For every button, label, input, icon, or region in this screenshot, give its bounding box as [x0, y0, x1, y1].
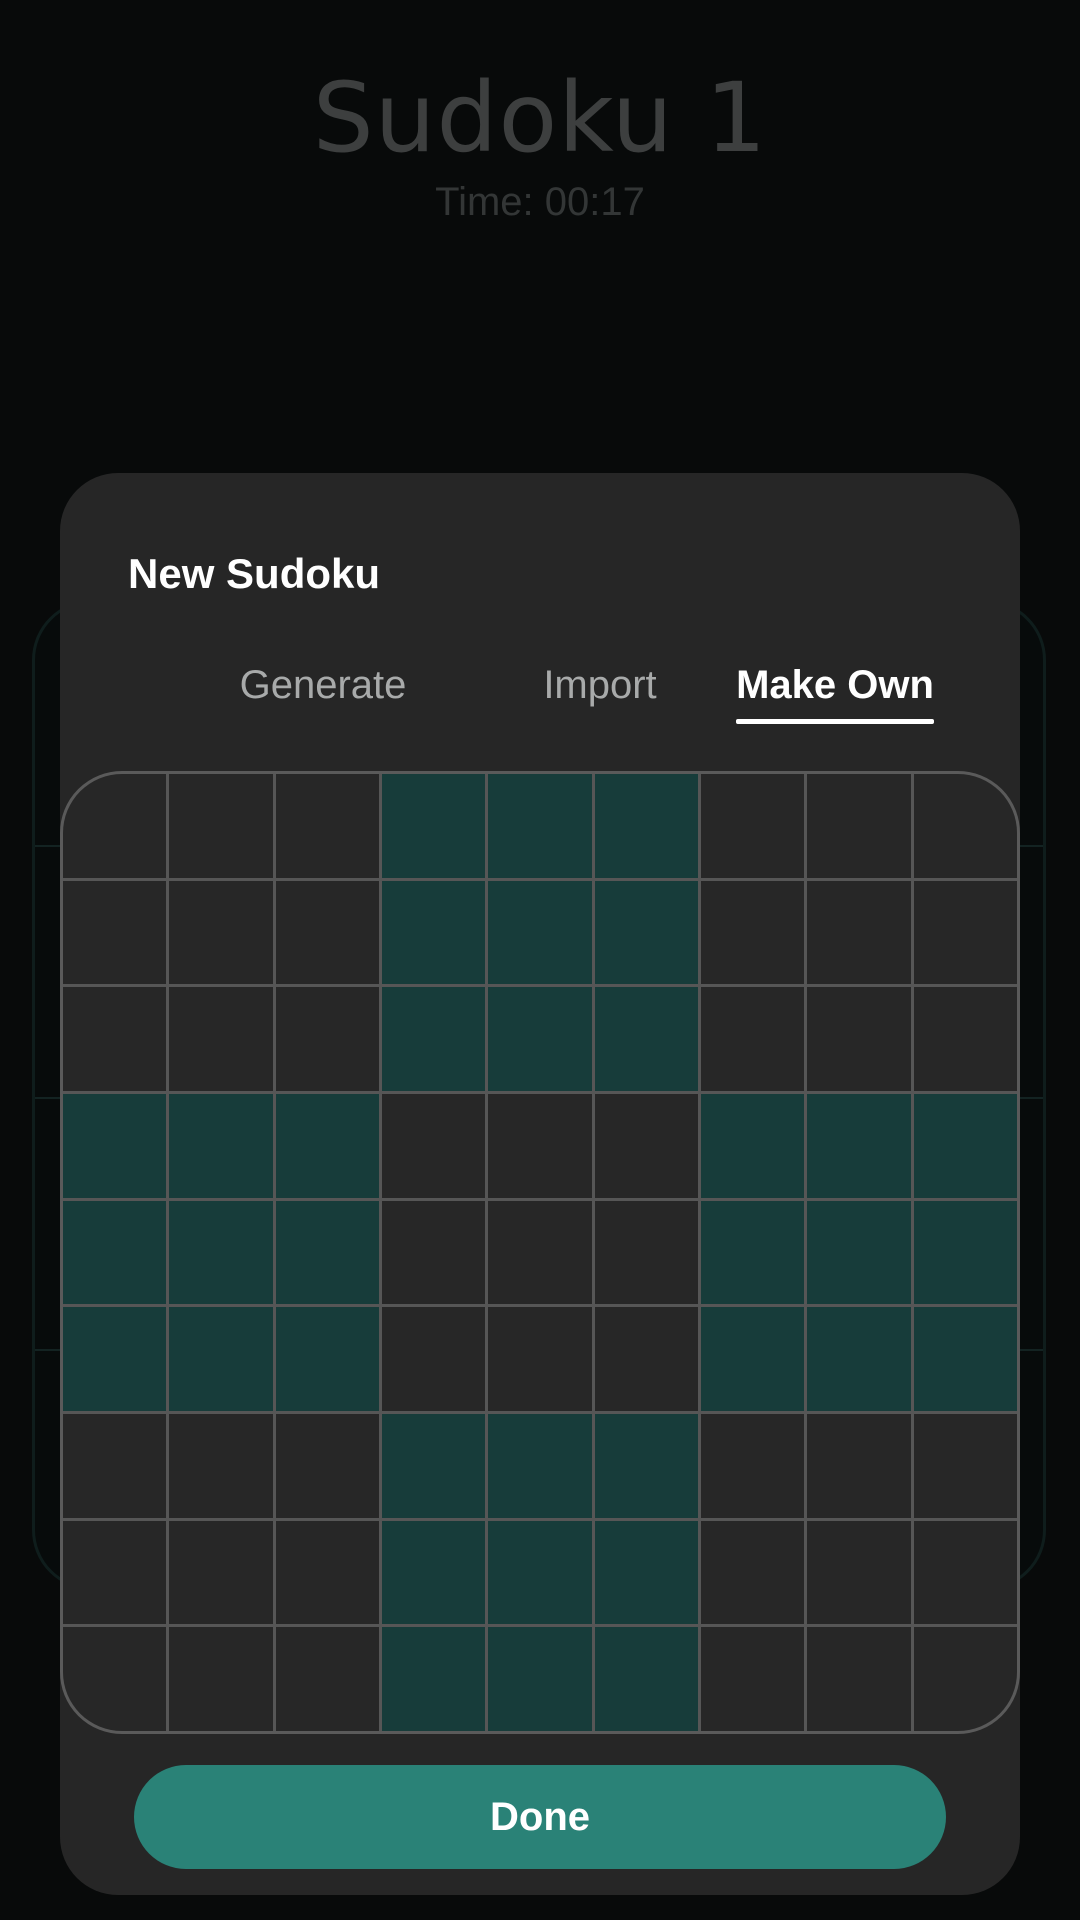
grid-cell[interactable] [63, 1413, 167, 1518]
grid-cell[interactable] [594, 987, 698, 1091]
tab-generate-label: Generate [239, 663, 407, 707]
grid-cell[interactable] [169, 1520, 273, 1625]
grid-cell[interactable] [488, 1520, 592, 1625]
grid-cell[interactable] [63, 774, 167, 878]
grid-cell[interactable] [594, 774, 698, 878]
grid-cell[interactable] [382, 1520, 486, 1625]
grid-cell[interactable] [63, 1520, 167, 1625]
grid-cell[interactable] [169, 1093, 273, 1198]
grid-cell[interactable] [701, 880, 805, 985]
grid-cell[interactable] [382, 1200, 486, 1305]
grid-cell[interactable] [807, 1627, 911, 1731]
grid-cell[interactable] [63, 1093, 167, 1198]
grid-cell[interactable] [169, 774, 273, 878]
grid-cell[interactable] [701, 1413, 805, 1518]
grid-cell[interactable] [488, 1093, 592, 1198]
grid-cell[interactable] [594, 1413, 698, 1518]
grid-cell[interactable] [701, 1093, 805, 1198]
grid-cell[interactable] [275, 1200, 379, 1305]
grid-cell[interactable] [63, 880, 167, 985]
grid-cell[interactable] [913, 1520, 1017, 1625]
grid-cell[interactable] [594, 1627, 698, 1731]
tab-make-own-label: Make Own [736, 663, 934, 707]
background-timer: Time: 00:17 [435, 180, 645, 224]
grid-cell[interactable] [169, 1627, 273, 1731]
grid-cell[interactable] [594, 1093, 698, 1198]
grid-cell[interactable] [913, 774, 1017, 878]
grid-cell[interactable] [488, 880, 592, 985]
grid-cell[interactable] [169, 1200, 273, 1305]
grid-cell[interactable] [701, 987, 805, 1091]
tab-generate[interactable]: Generate [178, 663, 468, 708]
grid-cell[interactable] [275, 880, 379, 985]
grid-cell[interactable] [275, 987, 379, 1091]
grid-cell[interactable] [275, 1520, 379, 1625]
grid-cell[interactable] [382, 987, 486, 1091]
grid-cell[interactable] [382, 1307, 486, 1411]
grid-cell[interactable] [807, 1200, 911, 1305]
grid-cell[interactable] [594, 880, 698, 985]
tab-make-own[interactable]: Make Own [715, 663, 955, 724]
grid-cell[interactable] [382, 1413, 486, 1518]
grid-cell[interactable] [913, 880, 1017, 985]
grid-cell[interactable] [169, 1307, 273, 1411]
grid-cell[interactable] [807, 880, 911, 985]
grid-cell[interactable] [913, 1413, 1017, 1518]
grid-cell[interactable] [488, 1627, 592, 1731]
grid-cell[interactable] [382, 880, 486, 985]
active-tab-indicator [736, 719, 934, 724]
grid-cell[interactable] [488, 774, 592, 878]
grid-cell[interactable] [594, 1520, 698, 1625]
grid-cell[interactable] [807, 1520, 911, 1625]
grid-cell[interactable] [63, 1200, 167, 1305]
grid-cell[interactable] [275, 1627, 379, 1731]
grid-cell[interactable] [701, 1520, 805, 1625]
grid-cell[interactable] [382, 1093, 486, 1198]
grid-cell[interactable] [275, 1093, 379, 1198]
grid-cell[interactable] [913, 1093, 1017, 1198]
grid-cell[interactable] [807, 1413, 911, 1518]
grid-cell[interactable] [807, 1307, 911, 1411]
grid-cell[interactable] [275, 1307, 379, 1411]
grid-cell[interactable] [63, 1627, 167, 1731]
grid-cell[interactable] [913, 1200, 1017, 1305]
grid-cell[interactable] [807, 1093, 911, 1198]
grid-cell[interactable] [913, 1627, 1017, 1731]
grid-cell[interactable] [701, 1200, 805, 1305]
tab-import-label: Import [543, 663, 657, 707]
new-sudoku-dialog: New Sudoku Generate Import Make Own Done [60, 473, 1020, 1895]
done-button[interactable]: Done [134, 1765, 946, 1869]
tab-make-own-label-wrap: Make Own [736, 663, 934, 724]
grid-cell[interactable] [807, 774, 911, 878]
grid-cell[interactable] [594, 1200, 698, 1305]
grid-cell[interactable] [913, 987, 1017, 1091]
screen: Sudoku 1 Time: 00:17 New Sudoku Generate… [0, 0, 1080, 1920]
grid-cell[interactable] [488, 1413, 592, 1518]
grid-cell[interactable] [701, 1307, 805, 1411]
tab-bar: Generate Import Make Own [60, 663, 1020, 733]
grid-cell[interactable] [169, 987, 273, 1091]
background-title: Sudoku 1 [312, 62, 768, 174]
grid-cell[interactable] [594, 1307, 698, 1411]
grid-cell[interactable] [275, 774, 379, 878]
grid-cell[interactable] [913, 1307, 1017, 1411]
grid-cell[interactable] [488, 1307, 592, 1411]
grid-cell[interactable] [807, 987, 911, 1091]
grid-cell[interactable] [488, 1200, 592, 1305]
sudoku-grid [60, 771, 1020, 1734]
grid-cell[interactable] [169, 1413, 273, 1518]
dialog-title: New Sudoku [128, 550, 381, 597]
grid-cell[interactable] [63, 1307, 167, 1411]
tab-import[interactable]: Import [460, 663, 740, 708]
grid-cell[interactable] [382, 774, 486, 878]
grid-cell[interactable] [275, 1413, 379, 1518]
grid-cell[interactable] [63, 987, 167, 1091]
grid-cell[interactable] [701, 774, 805, 878]
grid-cell[interactable] [488, 987, 592, 1091]
grid-cell[interactable] [169, 880, 273, 985]
grid-cell[interactable] [701, 1627, 805, 1731]
grid-cell[interactable] [382, 1627, 486, 1731]
